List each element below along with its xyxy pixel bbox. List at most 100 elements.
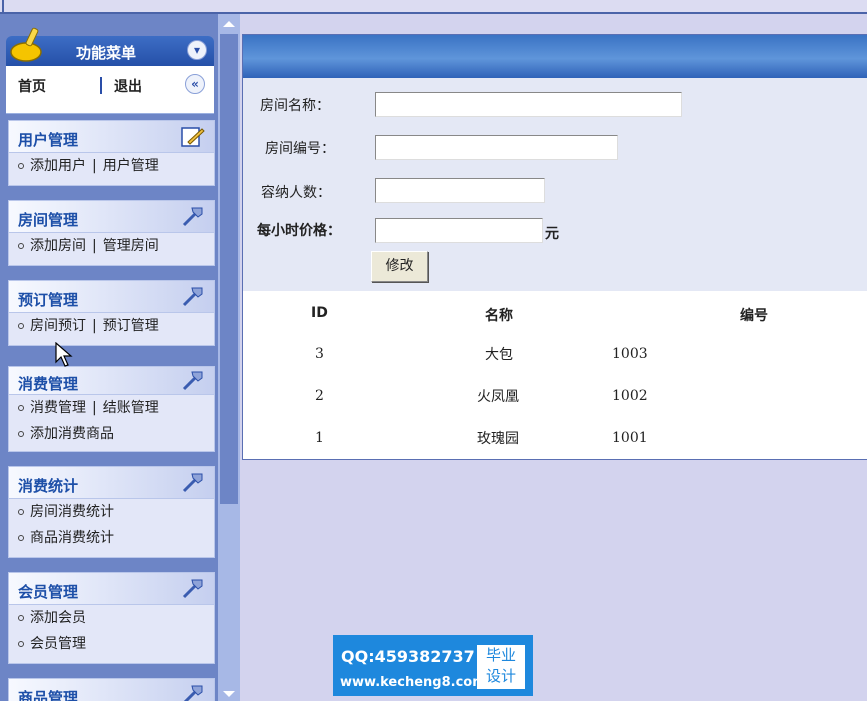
menu-link-consumption-manage[interactable]: 消费管理: [30, 400, 86, 416]
menu-link-add-goods[interactable]: 添加消费商品: [30, 426, 114, 442]
room-number-input[interactable]: [375, 135, 618, 160]
double-chevron-down-icon[interactable]: ▾: [187, 40, 207, 60]
menu-header: 功能菜单 ▾: [6, 27, 214, 66]
main-title-bar: [243, 35, 867, 78]
bullet-icon: [18, 163, 24, 169]
menu-link-room-booking[interactable]: 房间预订: [30, 318, 86, 334]
sidebar-group-rooms: 房间管理 添加房间 | 管理房间: [8, 200, 215, 266]
group-title[interactable]: 会员管理: [18, 581, 78, 602]
scroll-up-arrow-icon[interactable]: [223, 21, 235, 27]
group-header[interactable]: 用户管理: [9, 121, 214, 153]
link-separator: |: [92, 238, 97, 254]
menu-link-booking-manage[interactable]: 预订管理: [103, 318, 159, 334]
hammer-icon: [182, 371, 203, 391]
badge-line-2: 设计: [485, 667, 516, 685]
hammer-icon: [182, 579, 203, 599]
sidebar-group-goods: 商品管理: [8, 678, 215, 701]
bullet-icon: [18, 615, 24, 621]
badge-line-1: 毕业: [485, 646, 516, 664]
capacity-input[interactable]: [375, 178, 545, 203]
watermark-banner: QQ:459382737 www.kecheng8.com 毕业 设计: [333, 635, 533, 696]
cell-name: 火凤凰: [477, 389, 519, 405]
top-nav-row: 首页 退出 «: [6, 66, 214, 114]
broom-icon: [10, 27, 42, 62]
logout-link[interactable]: 退出: [114, 76, 142, 96]
menu-link-user-manage[interactable]: 用户管理: [103, 158, 159, 174]
link-separator: |: [92, 158, 97, 174]
group-item-line: 会员管理: [9, 631, 214, 657]
group-item-line: 添加会员: [9, 605, 214, 631]
hammer-icon: [182, 287, 203, 307]
watermark-url: www.kecheng8.com: [340, 675, 486, 690]
group-header[interactable]: 商品管理: [9, 679, 214, 701]
bullet-icon: [18, 243, 24, 249]
group-title[interactable]: 消费统计: [18, 475, 78, 496]
cell-id: 1: [315, 430, 324, 446]
bullet-icon: [18, 509, 24, 515]
group-header[interactable]: 消费统计: [9, 467, 214, 499]
group-title[interactable]: 消费管理: [18, 373, 78, 394]
bullet-icon: [18, 323, 24, 329]
capacity-label: 容纳人数：: [261, 185, 331, 201]
group-header[interactable]: 消费管理: [9, 367, 214, 395]
nav-divider: [100, 77, 102, 94]
cell-name: 大包: [485, 347, 513, 363]
modify-button[interactable]: 修改: [371, 251, 428, 282]
scroll-down-arrow-icon[interactable]: [223, 691, 235, 697]
pencil-note-icon: [181, 127, 205, 147]
sidebar-group-members: 会员管理 添加会员 会员管理: [8, 572, 215, 664]
column-header-number: 编号: [740, 308, 768, 324]
menu-link-checkout-manage[interactable]: 结账管理: [103, 400, 159, 416]
bullet-icon: [18, 431, 24, 437]
cell-number: 1002: [612, 388, 648, 404]
menu-link-member-manage[interactable]: 会员管理: [30, 636, 86, 652]
group-title[interactable]: 房间管理: [18, 209, 78, 230]
frame-tick: [2, 0, 4, 14]
group-item-line: 商品消费统计: [9, 525, 214, 551]
room-number-label: 房间编号：: [265, 141, 335, 157]
watermark-qq: QQ:459382737: [341, 647, 475, 666]
link-separator: |: [92, 318, 97, 334]
group-item-line: 添加用户 | 用户管理: [9, 153, 214, 179]
cell-id: 3: [315, 346, 324, 362]
hourly-price-input[interactable]: [375, 218, 543, 243]
hammer-icon: [182, 207, 203, 227]
home-link[interactable]: 首页: [18, 76, 46, 96]
group-title[interactable]: 用户管理: [18, 129, 78, 150]
top-frame-strip: [0, 0, 867, 14]
group-title[interactable]: 商品管理: [18, 687, 78, 701]
hourly-price-label: 每小时价格：: [257, 223, 341, 239]
group-item-line: 添加房间 | 管理房间: [9, 233, 214, 259]
group-item-line: 添加消费商品: [9, 421, 214, 447]
cell-id: 2: [315, 388, 324, 404]
group-item-line: 消费管理 | 结账管理: [9, 395, 214, 421]
menu-link-room-stats[interactable]: 房间消费统计: [30, 504, 114, 520]
mouse-pointer-icon: [55, 342, 73, 367]
cell-name: 玫瑰园: [477, 431, 519, 447]
room-edit-form: 房间名称： 房间编号： 容纳人数： 每小时价格： 元 修改: [243, 78, 867, 291]
sidebar-scrollbar[interactable]: [218, 14, 240, 701]
group-item-line: 房间消费统计: [9, 499, 214, 525]
room-name-label: 房间名称：: [260, 98, 330, 114]
sidebar-group-booking: 预订管理 房间预订 | 预订管理: [8, 280, 215, 346]
scrollbar-thumb[interactable]: [220, 34, 238, 504]
bullet-icon: [18, 641, 24, 647]
menu-link-goods-stats[interactable]: 商品消费统计: [30, 530, 114, 546]
price-unit: 元: [545, 226, 559, 242]
watermark-badge: 毕业 设计: [477, 645, 525, 689]
group-header[interactable]: 预订管理: [9, 281, 214, 313]
cell-number: 1003: [612, 346, 648, 362]
double-chevron-left-icon[interactable]: «: [185, 74, 205, 94]
bullet-icon: [18, 535, 24, 541]
hammer-icon: [182, 473, 203, 493]
menu-link-room-manage[interactable]: 管理房间: [103, 238, 159, 254]
group-title[interactable]: 预订管理: [18, 289, 78, 310]
menu-link-add-room[interactable]: 添加房间: [30, 238, 86, 254]
room-name-input[interactable]: [375, 92, 682, 117]
main-panel: 房间名称： 房间编号： 容纳人数： 每小时价格： 元 修改 ID 名称 编号 3…: [242, 34, 867, 460]
group-header[interactable]: 房间管理: [9, 201, 214, 233]
menu-link-add-user[interactable]: 添加用户: [30, 158, 86, 174]
group-header[interactable]: 会员管理: [9, 573, 214, 605]
cell-number: 1001: [612, 430, 648, 446]
menu-link-add-member[interactable]: 添加会员: [30, 610, 86, 626]
